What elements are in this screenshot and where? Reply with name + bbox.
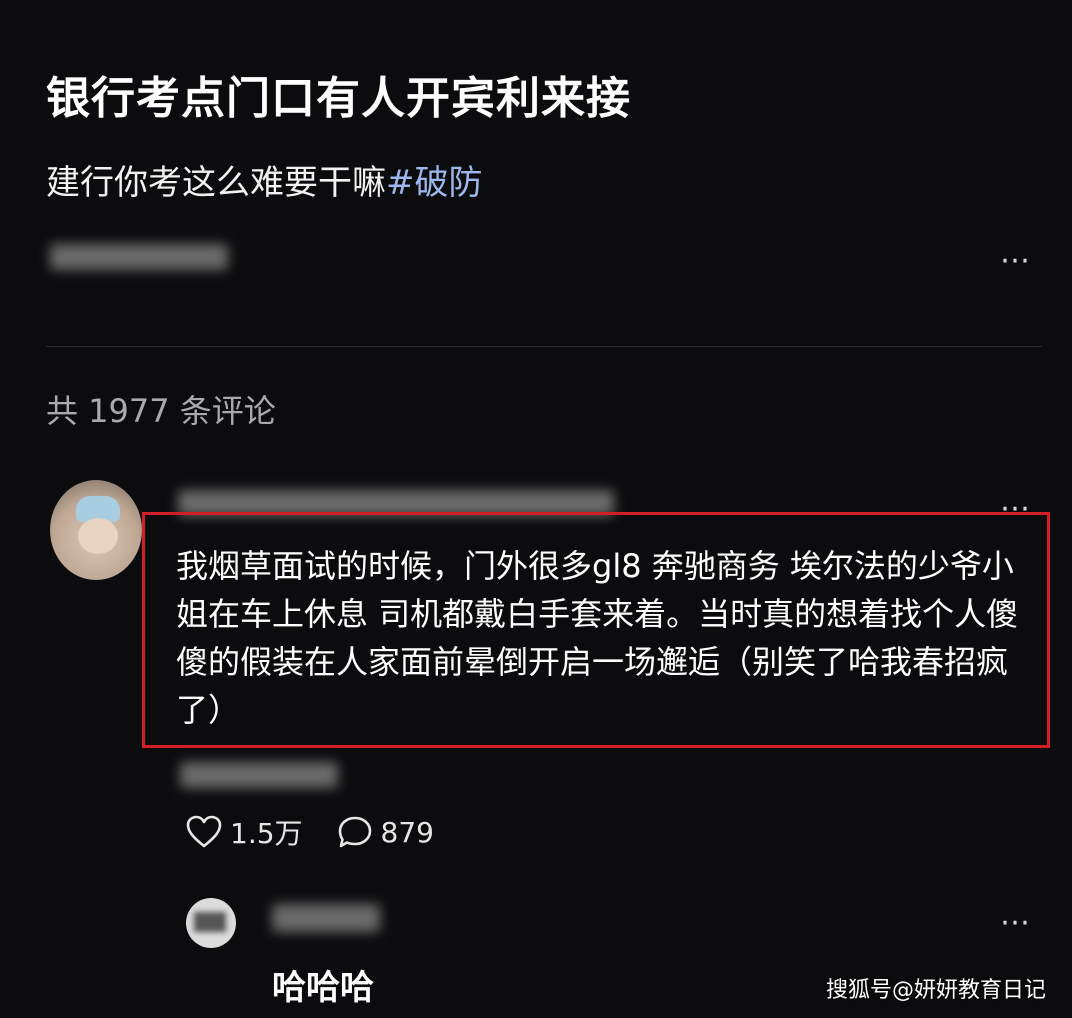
like-button[interactable]: 1.5万 [186,812,303,852]
comment-time-blurred [180,762,338,792]
post-body-text: 建行你考这么难要干嘛 [46,163,386,203]
more-dots-icon[interactable]: ⋯ [1000,246,1031,276]
comment-text: 我烟草面试的时候，门外很多gl8 奔驰商务 埃尔法的少爷小姐在车上休息 司机都戴… [176,547,1019,729]
reply-count: 879 [380,815,434,849]
comment-actions: 1.5万 879 [186,812,434,852]
like-count: 1.5万 [230,817,303,850]
reply-avatar[interactable] [186,898,236,948]
heart-icon [186,815,222,848]
commenter-avatar[interactable] [50,480,142,580]
post-meta-blurred [50,244,228,274]
post-body: 建行你考这么难要干嘛#破防 [46,155,483,204]
reply-more-dots-icon[interactable]: ⋯ [1000,908,1031,938]
watermark: 搜狐号@妍妍教育日记 [825,978,1046,1003]
divider [46,346,1042,347]
hashtag-link[interactable]: #破防 [386,163,483,203]
reply-button[interactable]: 879 [337,815,434,849]
reply-text: 哈哈哈 [272,968,374,1008]
post-title: 银行考点门口有人开宾利来接 [46,73,631,124]
reply-user-name-blurred[interactable] [272,904,380,936]
comment-count: 共 1977 条评论 [46,392,276,430]
comment-bubble-icon [338,816,371,848]
